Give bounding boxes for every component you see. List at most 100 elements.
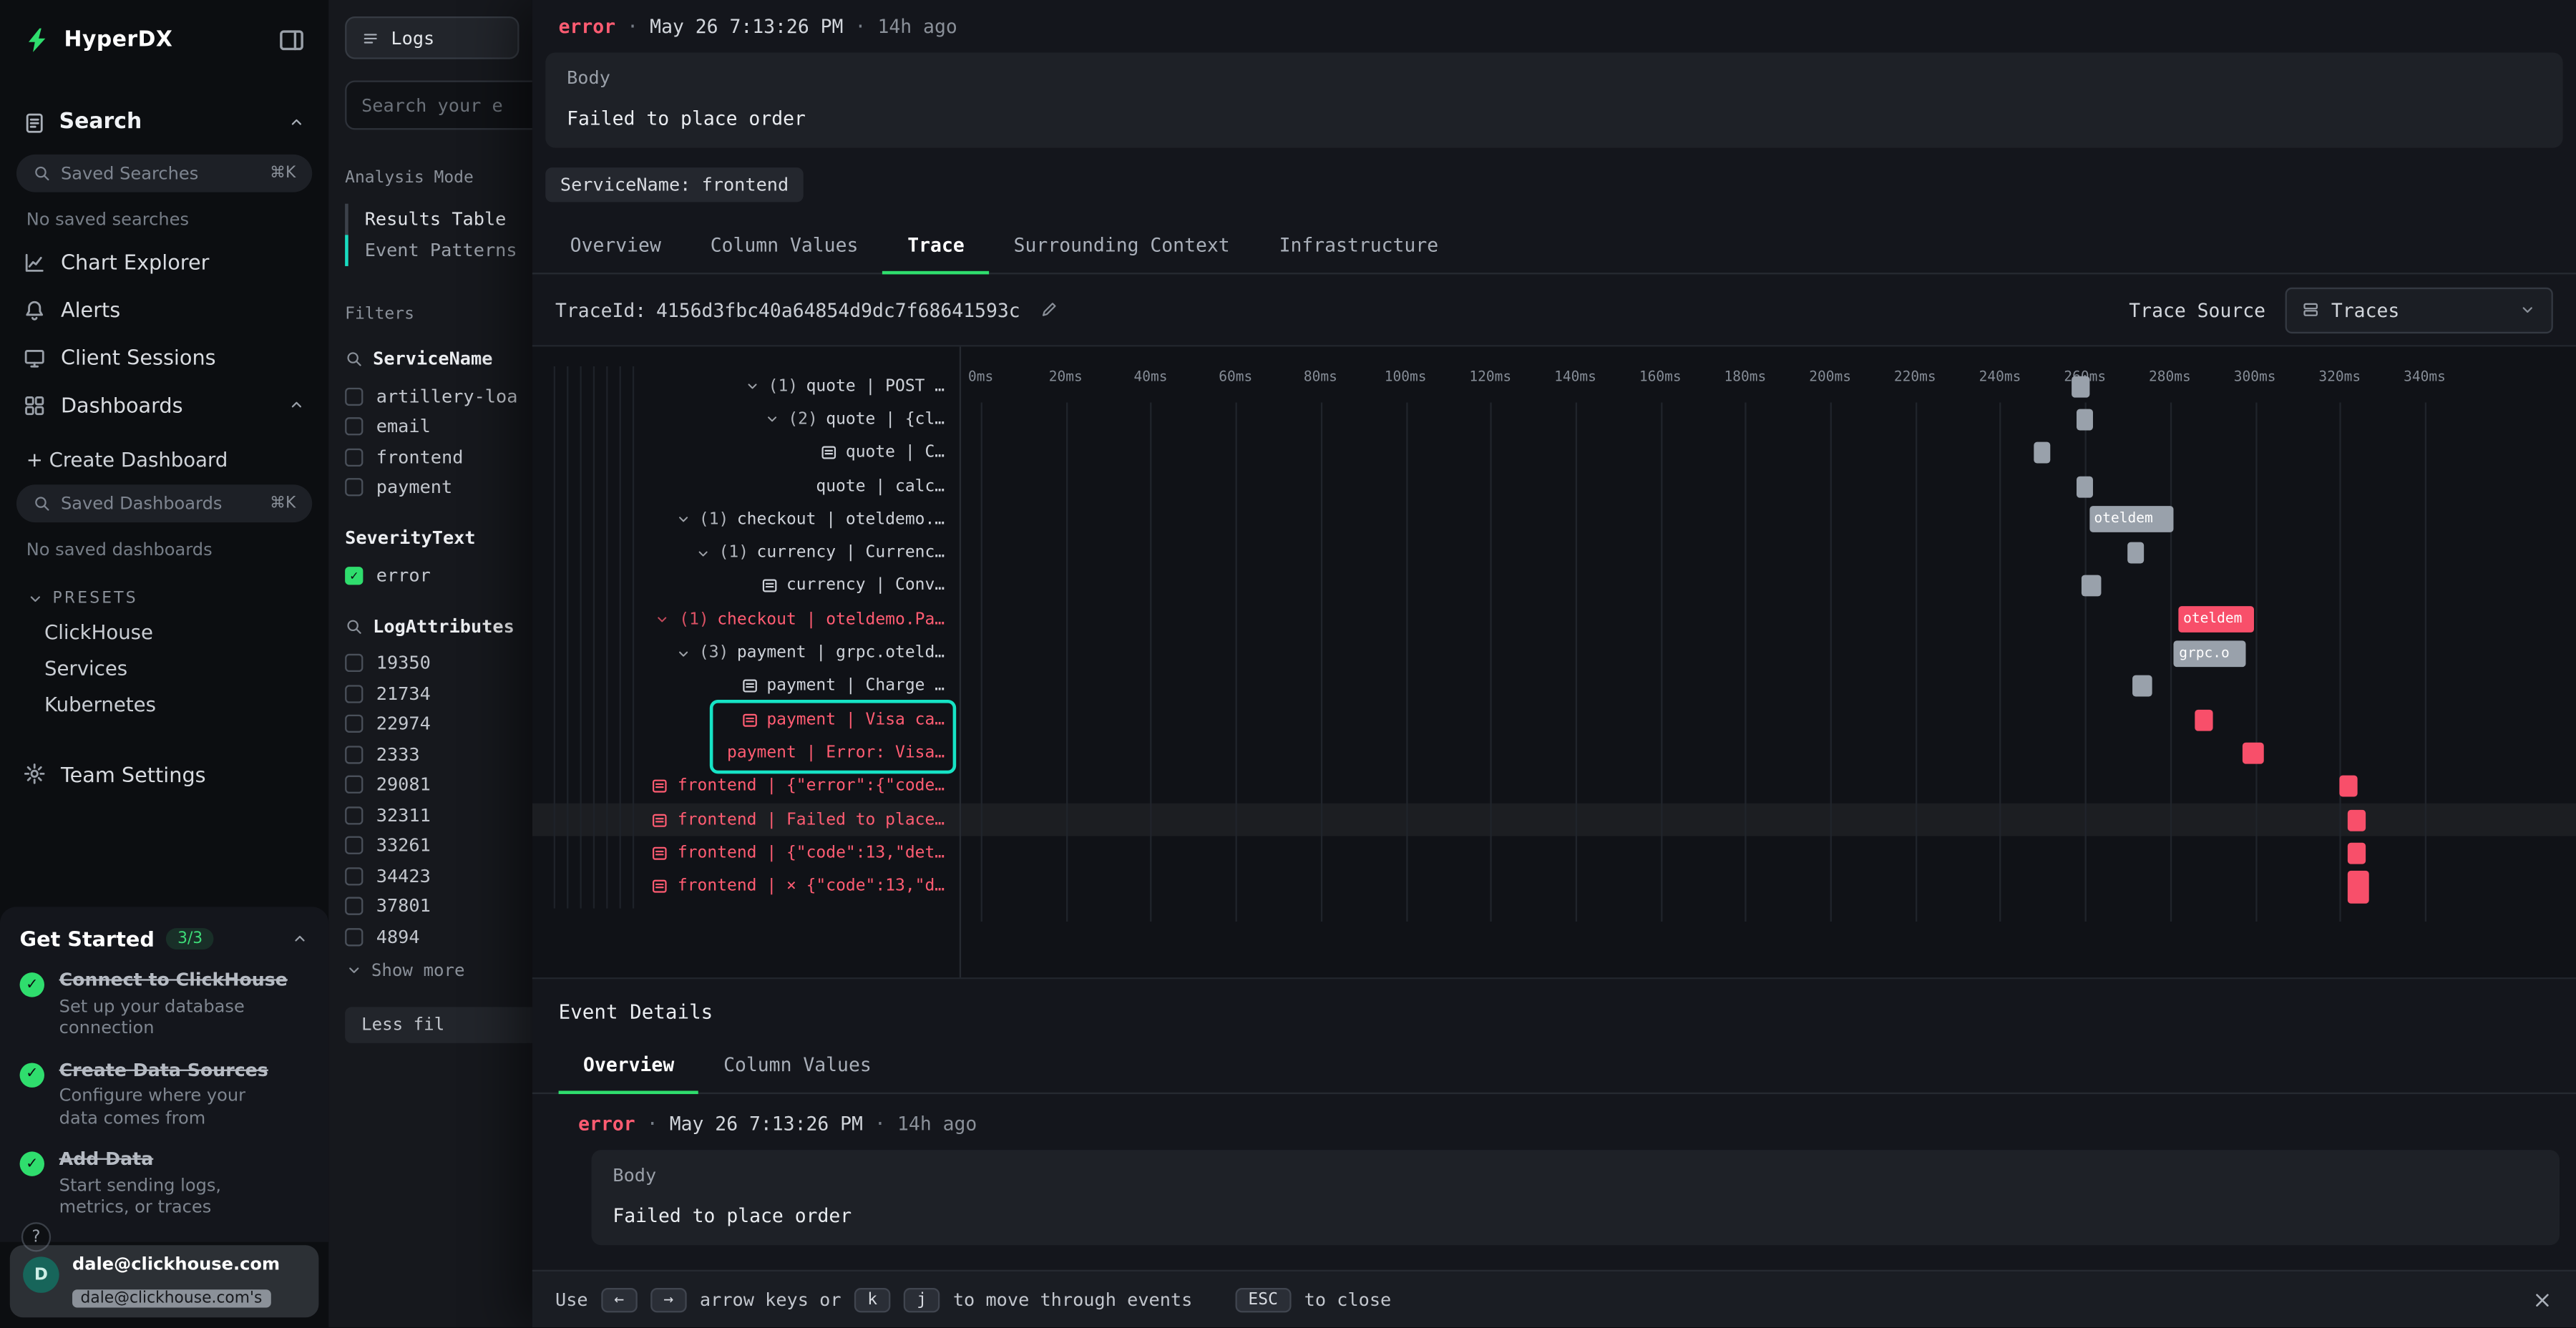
sidebar-item-chart-explorer[interactable]: Chart Explorer (0, 238, 328, 286)
get-started-item[interactable]: ✓ Add Data Start sending logs, metrics, … (20, 1149, 309, 1221)
show-more-button[interactable]: Show more (345, 960, 532, 980)
span-bar[interactable] (2081, 576, 2102, 597)
esc-key[interactable]: ESC (1235, 1287, 1291, 1312)
tab-overview[interactable]: Overview (545, 218, 686, 273)
collapse-sidebar-icon[interactable] (278, 26, 306, 54)
checkbox[interactable] (345, 928, 363, 946)
tab-column-values[interactable]: Column Values (699, 1038, 897, 1093)
saved-searches-input[interactable]: Saved Searches ⌘K (16, 155, 312, 192)
checkbox[interactable] (345, 746, 363, 763)
preset-clickhouse[interactable]: ClickHouse (0, 615, 328, 651)
less-filters-button[interactable]: Less fil (345, 1006, 532, 1043)
tab-overview[interactable]: Overview (559, 1038, 699, 1093)
presets-header[interactable]: PRESETS (0, 568, 328, 614)
sidebar-item-dashboards[interactable]: Dashboards (0, 381, 328, 429)
chevron-down-icon[interactable] (674, 645, 691, 661)
checkbox[interactable] (345, 806, 363, 824)
analysis-mode-results-table[interactable]: Results Table (345, 204, 532, 235)
span-bar[interactable] (2348, 842, 2366, 864)
get-started-item[interactable]: ✓ Create Data Sources Configure where yo… (20, 1059, 309, 1131)
filter-option-4894[interactable]: 4894 (345, 922, 532, 952)
trace-row[interactable]: frontend | {"error":{"code… (532, 770, 960, 804)
filter-option-29081[interactable]: 29081 (345, 770, 532, 800)
checkbox[interactable] (345, 715, 363, 733)
filter-option-error[interactable]: ✓ error (345, 560, 532, 590)
preset-kubernetes[interactable]: Kubernetes (0, 687, 328, 723)
chevron-down-icon[interactable] (694, 545, 711, 561)
tab-trace[interactable]: Trace (883, 218, 989, 273)
trace-row[interactable]: quote | calc… (532, 469, 960, 503)
filter-option-19350[interactable]: 19350 (345, 648, 532, 678)
chevron-up-icon[interactable] (288, 113, 306, 131)
analysis-mode-event-patterns[interactable]: Event Patterns (345, 235, 532, 266)
span-bar[interactable] (2034, 442, 2051, 464)
checkbox[interactable] (345, 867, 363, 885)
filter-option-frontend[interactable]: frontend (345, 442, 532, 472)
span-bar[interactable]: oteldem (2089, 507, 2175, 533)
sidebar-item-team-settings[interactable]: Team Settings (0, 749, 328, 799)
tab-infrastructure[interactable]: Infrastructure (1254, 218, 1463, 273)
span-bar[interactable] (2127, 542, 2145, 564)
trace-source-select[interactable]: Traces (2285, 287, 2553, 333)
get-started-item[interactable]: ✓ Connect to ClickHouse Set up your data… (20, 970, 309, 1041)
trace-row[interactable]: (1) quote | POST … (532, 370, 960, 404)
span-bar[interactable] (2072, 376, 2089, 397)
k-key[interactable]: k (854, 1287, 891, 1312)
filter-option-email[interactable]: email (345, 411, 532, 441)
service-name-tag[interactable]: ServiceName: frontend (545, 167, 804, 202)
checkbox[interactable] (345, 387, 363, 405)
tab-column-values[interactable]: Column Values (686, 218, 883, 273)
preset-services[interactable]: Services (0, 650, 328, 687)
chevron-down-icon[interactable] (674, 512, 691, 528)
filter-option-22974[interactable]: 22974 (345, 709, 532, 739)
trace-row[interactable]: (1) checkout | oteldemo.Pa… (532, 603, 960, 637)
filter-option-2333[interactable]: 2333 (345, 739, 532, 769)
checkbox[interactable] (345, 685, 363, 703)
sidebar-item-alerts[interactable]: Alerts (0, 285, 328, 333)
trace-row[interactable]: quote | C… (532, 436, 960, 470)
chevron-down-icon[interactable] (743, 378, 760, 394)
left-arrow-key[interactable]: ← (601, 1287, 638, 1312)
tab-surrounding-context[interactable]: Surrounding Context (989, 218, 1254, 273)
filter-option-37801[interactable]: 37801 (345, 892, 532, 922)
trace-row[interactable]: (1) checkout | oteldemo.… (532, 503, 960, 537)
trace-row[interactable]: frontend | Failed to place… (532, 803, 960, 836)
checkbox[interactable] (345, 897, 363, 915)
filter-option-34423[interactable]: 34423 (345, 861, 532, 891)
trace-row[interactable]: (1) currency | Currenc… (532, 537, 960, 570)
create-dashboard-button[interactable]: + Create Dashboard (0, 429, 328, 478)
trace-row[interactable]: (3) payment | grpc.oteld… (532, 636, 960, 670)
span-bar[interactable] (2340, 776, 2357, 797)
event-search-input[interactable] (345, 80, 532, 130)
span-bar[interactable]: oteldem (2178, 607, 2255, 633)
get-started-header[interactable]: Get Started 3/3 (20, 927, 309, 951)
checkbox[interactable] (345, 418, 363, 436)
checkbox[interactable] (345, 479, 363, 497)
trace-row[interactable]: currency | Conv… (532, 570, 960, 603)
checkbox[interactable] (345, 654, 363, 672)
filter-option-33261[interactable]: 33261 (345, 831, 532, 861)
filter-option-32311[interactable]: 32311 (345, 800, 532, 830)
span-bar[interactable] (2195, 709, 2212, 731)
chevron-up-icon[interactable] (291, 930, 308, 948)
filter-option-21734[interactable]: 21734 (345, 678, 532, 708)
checkbox[interactable] (345, 836, 363, 854)
span-bar[interactable] (2077, 476, 2094, 497)
trace-row[interactable]: payment | Charge … (532, 670, 960, 703)
saved-dashboards-input[interactable]: Saved Dashboards ⌘K (16, 484, 312, 522)
trace-row[interactable]: frontend | × {"code":13,"d… (532, 870, 960, 904)
span-bar[interactable] (2132, 675, 2153, 697)
chevron-down-icon[interactable] (655, 612, 671, 628)
edit-icon[interactable] (1040, 301, 1058, 318)
right-arrow-key[interactable]: → (650, 1287, 687, 1312)
j-key[interactable]: j (904, 1287, 940, 1312)
sidebar-item-client-sessions[interactable]: Client Sessions (0, 333, 328, 381)
span-bar[interactable] (2242, 743, 2263, 764)
search-section-header[interactable]: Search (0, 94, 328, 148)
trace-row[interactable]: (2) quote | {cl… (532, 403, 960, 436)
chevron-up-icon[interactable] (288, 396, 306, 414)
trace-row[interactable]: frontend | {"code":13,"det… (532, 836, 960, 870)
chevron-down-icon[interactable] (763, 411, 780, 428)
close-icon[interactable] (2532, 1289, 2553, 1310)
checkbox[interactable] (345, 776, 363, 794)
